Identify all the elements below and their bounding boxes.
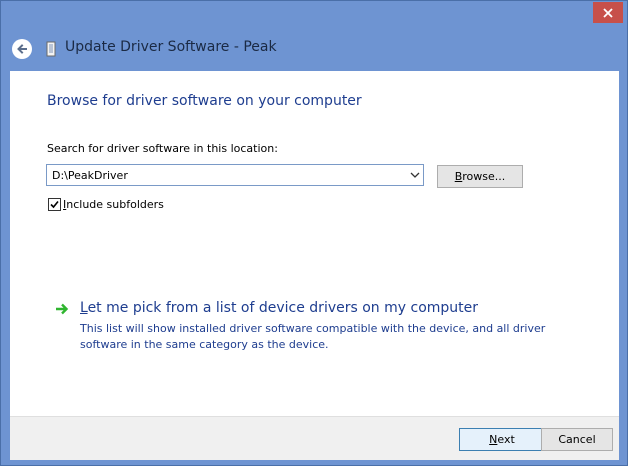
pick-description: This list will show installed driver sof… (80, 322, 546, 351)
content-panel: Browse for driver software on your compu… (10, 71, 619, 416)
chevron-down-icon[interactable] (410, 172, 420, 179)
pick-link-text: et me pick from a list of device drivers… (87, 300, 479, 316)
dialog-footer: Next Cancel (10, 416, 619, 460)
location-value: D:\PeakDriver (52, 169, 128, 182)
green-arrow-icon (56, 303, 69, 315)
location-label: Search for driver software in this locat… (47, 142, 278, 155)
window-title: Update Driver Software - Peak (65, 39, 277, 55)
page-heading: Browse for driver software on your compu… (47, 93, 362, 109)
back-button[interactable] (12, 39, 32, 59)
browse-button[interactable]: Browse... (437, 165, 523, 188)
checkmark-icon (50, 200, 59, 209)
dialog-window: Update Driver Software - Peak Browse for… (0, 0, 628, 466)
title-bar (1, 1, 628, 29)
include-subfolders-text: nclude subfolders (66, 198, 164, 211)
close-button[interactable] (593, 2, 623, 23)
browse-accelerator: B (454, 170, 463, 183)
dialog-header: Update Driver Software - Peak (1, 29, 628, 71)
location-combobox[interactable]: D:\PeakDriver (46, 164, 424, 186)
include-subfolders-label[interactable]: Include subfolders (63, 198, 164, 211)
next-accelerator: N (489, 433, 498, 446)
close-icon (603, 7, 613, 18)
browse-label: rowse... (462, 170, 506, 183)
next-button[interactable]: Next (459, 428, 545, 451)
pick-link-accelerator: L (80, 300, 88, 316)
pick-from-list-link[interactable]: Let me pick from a list of device driver… (80, 300, 478, 316)
next-label: ext (497, 433, 515, 446)
driver-device-icon (46, 41, 56, 57)
cancel-button[interactable]: Cancel (541, 428, 613, 451)
include-subfolders-checkbox[interactable] (48, 198, 61, 211)
back-arrow-icon (17, 44, 27, 54)
